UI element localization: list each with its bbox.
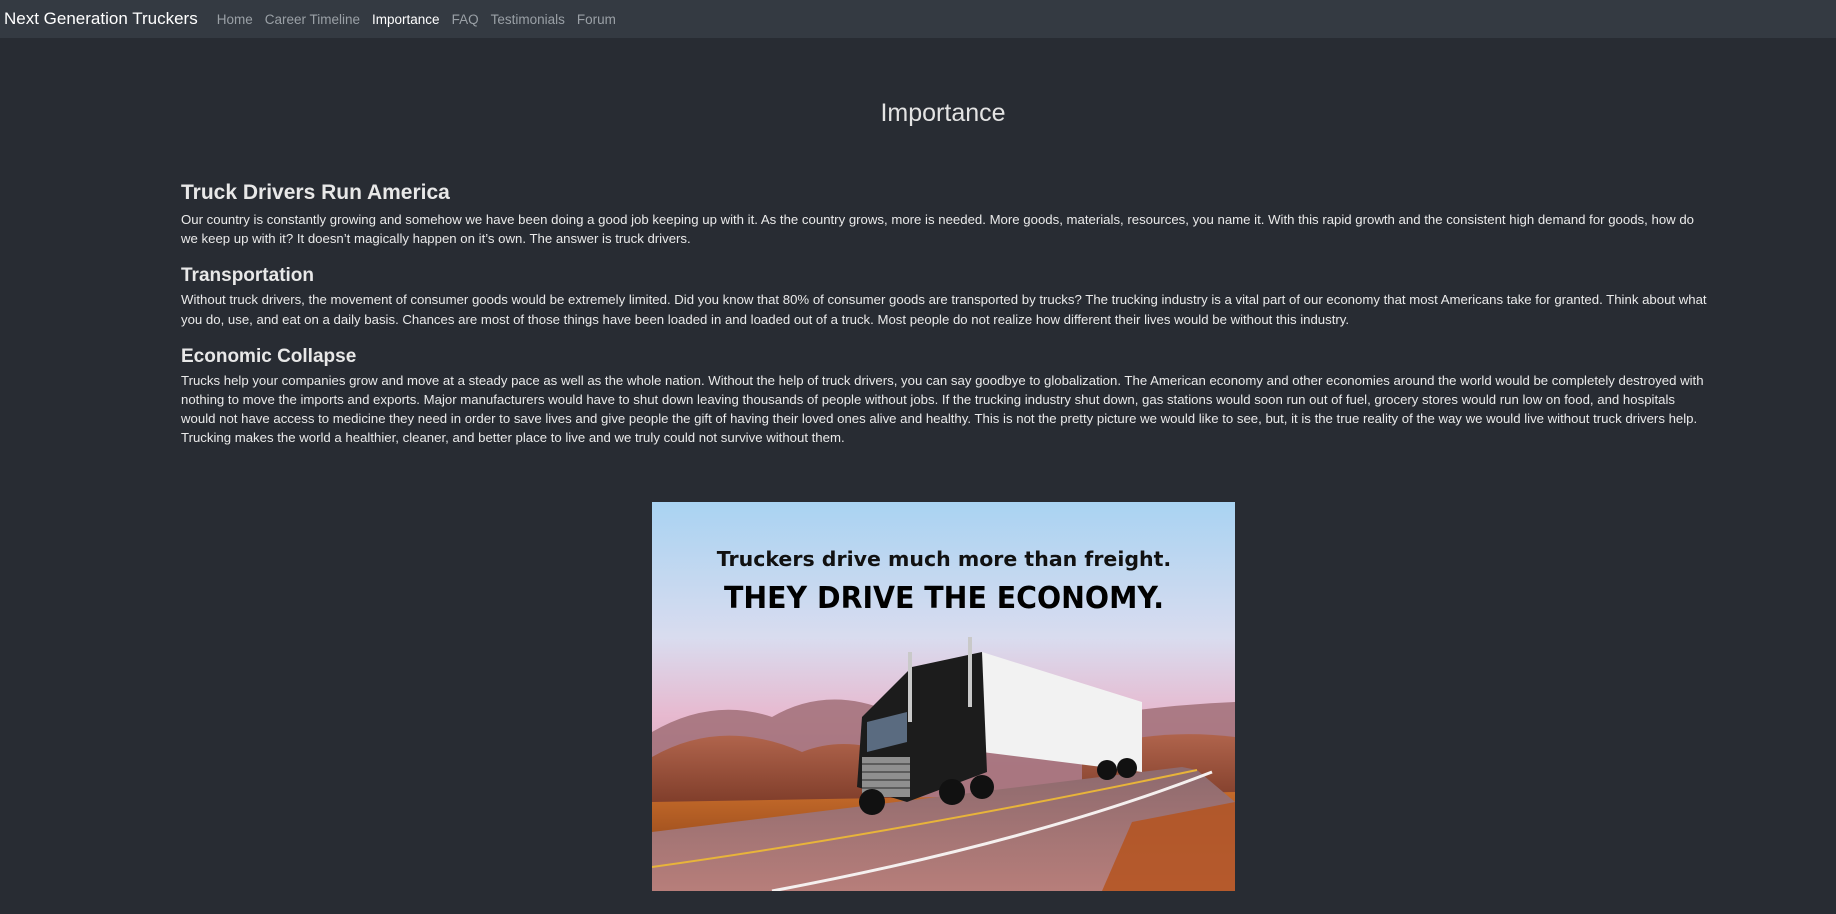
section-text: Our country is constantly growing and so… (181, 212, 1695, 247)
page-title: Importance (880, 99, 1006, 127)
nav-link-faq[interactable]: FAQ (452, 12, 479, 27)
nav-link-home[interactable]: Home (217, 12, 253, 27)
hero-image: Truckers drive much more than freight. T… (652, 502, 1235, 891)
top-navbar: Next Generation Truckers Home Career Tim… (0, 0, 1836, 38)
section-text: Without truck drivers, the movement of c… (181, 292, 1707, 327)
section-economic-collapse: Economic Collapse Trucks help your compa… (181, 345, 1707, 448)
hero-caption-line2: THEY DRIVE THE ECONOMY. (724, 581, 1164, 616)
nav-link-importance[interactable]: Importance (372, 12, 440, 27)
section-heading: Truck Drivers Run America (181, 181, 450, 204)
brand-link[interactable]: Next Generation Truckers (4, 9, 198, 29)
nav-link-career-timeline[interactable]: Career Timeline (265, 12, 360, 27)
nav-link-testimonials[interactable]: Testimonials (491, 12, 565, 27)
section-heading: Economic Collapse (181, 345, 357, 367)
hero-caption-line1: Truckers drive much more than freight. (717, 547, 1171, 571)
section-transportation: Transportation Without truck drivers, th… (181, 264, 1707, 328)
section-text: Trucks help your companies grow and move… (181, 372, 1704, 446)
main-content: Truck Drivers Run America Our country is… (181, 180, 1707, 464)
section-heading: Transportation (181, 265, 315, 287)
section-truck-drivers: Truck Drivers Run America Our country is… (181, 180, 1707, 248)
nav-link-forum[interactable]: Forum (577, 12, 616, 27)
